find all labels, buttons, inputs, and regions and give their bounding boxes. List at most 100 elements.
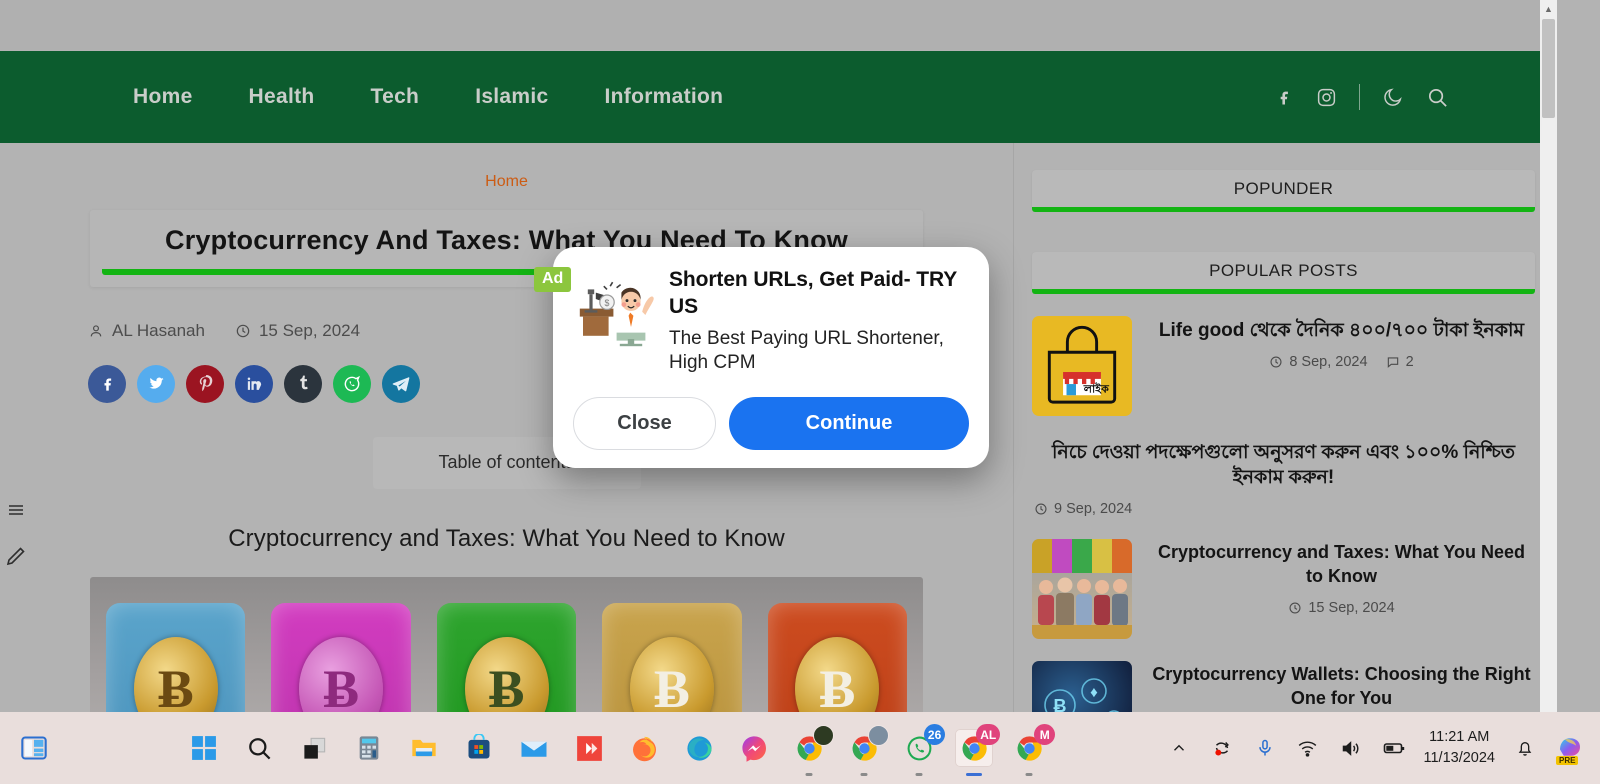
- svg-text:$: $: [605, 298, 610, 308]
- widget-underline: [1032, 207, 1535, 212]
- bitcoin-coin-icon: Ƀ: [299, 636, 384, 712]
- post-comment-count: 2: [1405, 354, 1414, 371]
- task-view-button[interactable]: [295, 729, 333, 767]
- nav-divider: [1359, 84, 1360, 110]
- anydesk[interactable]: [570, 729, 608, 767]
- scrollbar-thumb[interactable]: [1542, 19, 1555, 118]
- svg-text:লাইক: লাইক: [1083, 382, 1110, 396]
- windows-taskbar: 26 AL M 11:21 AM 11/13/2024 PRE: [0, 712, 1600, 784]
- article-heading: Cryptocurrency and Taxes: What You Need …: [228, 524, 785, 552]
- crypto-wallet-thumbnail: Ƀ ♦: [1032, 661, 1132, 712]
- person-icon: [90, 325, 102, 337]
- chrome-profile-m[interactable]: M: [1010, 724, 1056, 776]
- browser-page: Home Health Tech Islamic Information Hom…: [0, 0, 1557, 712]
- ad-description: The Best Paying URL Shortener, High CPM: [669, 327, 944, 374]
- widget-underline: [1032, 289, 1535, 294]
- hamburger-icon[interactable]: [4, 498, 28, 522]
- running-indicator: [1025, 773, 1033, 776]
- speaker-icon[interactable]: [1338, 735, 1364, 761]
- sidebar: POPUNDER POPULAR POSTS লাইক Life good থে…: [1014, 143, 1557, 712]
- share-facebook-icon[interactable]: [88, 364, 126, 403]
- whatsapp[interactable]: 26: [900, 724, 946, 776]
- chevron-up-icon[interactable]: [1166, 735, 1192, 761]
- nav-links: Home Health Tech Islamic Information: [105, 79, 751, 115]
- bell-icon[interactable]: [1512, 735, 1538, 761]
- running-indicator: [860, 773, 868, 776]
- chrome-profile-2[interactable]: [845, 725, 890, 776]
- dark-mode-moon-icon[interactable]: [1382, 86, 1404, 108]
- file-explorer[interactable]: [405, 729, 443, 767]
- chrome-profile-al[interactable]: AL: [955, 724, 1001, 776]
- post-meta: 8 Sep, 2024 2: [1148, 354, 1535, 370]
- share-linkedin-icon[interactable]: [235, 364, 273, 403]
- bitcoin-frame-4: Ƀ: [602, 602, 742, 712]
- pencil-icon[interactable]: [4, 544, 28, 568]
- people-figures: [1032, 577, 1132, 640]
- search-icon[interactable]: [1426, 86, 1449, 109]
- share-telegram-icon[interactable]: [382, 364, 420, 403]
- bitcoin-coin-icon: Ƀ: [629, 636, 714, 712]
- nav-item-tech[interactable]: Tech: [343, 79, 448, 115]
- share-twitter-icon[interactable]: [137, 364, 175, 403]
- messenger[interactable]: [735, 729, 773, 767]
- scroll-up-arrow[interactable]: ▲: [1540, 0, 1557, 17]
- ad-content: $ Shorten URLs, Get Paid- TRY US The Bes…: [575, 267, 967, 376]
- clock[interactable]: 11:21 AM 11/13/2024: [1424, 727, 1496, 769]
- clock-time: 11:21 AM: [1429, 728, 1490, 745]
- clock-date: 11/13/2024: [1423, 750, 1496, 766]
- breadcrumb[interactable]: Home: [0, 143, 1013, 191]
- share-pinterest-icon[interactable]: [186, 364, 224, 403]
- share-tumblr-icon[interactable]: [284, 364, 322, 403]
- firefox[interactable]: [625, 729, 663, 767]
- nav-icon-group: [1274, 84, 1449, 110]
- post-title[interactable]: Cryptocurrency Wallets: Choosing the Rig…: [1148, 663, 1535, 711]
- article-hero-image: Ƀ Ƀ Ƀ Ƀ Ƀ: [90, 576, 923, 712]
- facebook-icon[interactable]: [1274, 87, 1294, 107]
- list-item-body: Cryptocurrency and Taxes: What You Need …: [1148, 539, 1535, 616]
- copilot[interactable]: PRE: [1555, 732, 1587, 765]
- nav-item-islamic[interactable]: Islamic: [447, 79, 576, 115]
- author-meta: AL Hasanah: [88, 321, 205, 341]
- coin-color-stripe: [1032, 539, 1132, 574]
- close-button[interactable]: Close: [573, 397, 716, 450]
- post-title[interactable]: Cryptocurrency and Taxes: What You Need …: [1148, 541, 1535, 589]
- list-item[interactable]: Ƀ ♦ Cryptocurrency Wallets: Choosing the…: [1032, 661, 1535, 712]
- microsoft-store[interactable]: [460, 729, 498, 767]
- search-button[interactable]: [240, 729, 278, 767]
- widget-popunder-title: POPUNDER: [1032, 170, 1535, 207]
- page-top-strip: [0, 0, 1557, 50]
- continue-button[interactable]: Continue: [729, 397, 969, 450]
- running-indicator: [915, 773, 923, 776]
- chrome-profile-1[interactable]: [790, 725, 835, 776]
- screen: Home Health Tech Islamic Information Hom…: [0, 0, 1600, 784]
- nav-item-information[interactable]: Information: [577, 79, 752, 115]
- list-item[interactable]: নিচে দেওয়া পদক্ষেপগুলো অনুসরণ করুন এবং …: [1032, 438, 1535, 517]
- bitcoin-frame-2: Ƀ: [271, 602, 411, 712]
- instagram-icon[interactable]: [1316, 87, 1337, 108]
- bitcoin-coin-icon: Ƀ: [133, 636, 218, 712]
- battery-icon[interactable]: [1381, 735, 1407, 761]
- wifi-icon[interactable]: [1295, 735, 1321, 761]
- mail[interactable]: [515, 729, 553, 767]
- page-scrollbar[interactable]: ▲: [1540, 0, 1557, 712]
- comment-icon: [1387, 357, 1398, 368]
- record-icon[interactable]: [1209, 735, 1235, 761]
- nav-item-home[interactable]: Home: [105, 79, 221, 115]
- start-button[interactable]: [185, 729, 223, 767]
- nav-item-health[interactable]: Health: [221, 79, 343, 115]
- crypto-people-thumbnail: [1032, 539, 1132, 640]
- system-tray: 11:21 AM 11/13/2024 PRE: [1166, 727, 1600, 769]
- widgets-icon[interactable]: [15, 729, 53, 767]
- list-item[interactable]: Cryptocurrency and Taxes: What You Need …: [1032, 539, 1535, 640]
- list-item[interactable]: লাইক Life good থেকে দৈনিক ৪০০/৭০০ টাকা ই…: [1032, 316, 1535, 416]
- bag-icon: লাইক: [1047, 325, 1117, 404]
- share-whatsapp-icon[interactable]: [333, 364, 371, 403]
- calculator[interactable]: [350, 729, 388, 767]
- post-meta: 15 Sep, 2024: [1148, 600, 1535, 616]
- microphone-icon[interactable]: [1252, 735, 1278, 761]
- shopping-bag-thumbnail: লাইক: [1032, 316, 1132, 416]
- post-title[interactable]: Life good থেকে দৈনিক ৪০০/৭০০ টাকা ইনকাম: [1148, 318, 1535, 343]
- microsoft-edge[interactable]: [680, 729, 718, 767]
- post-title[interactable]: নিচে দেওয়া পদক্ষেপগুলো অনুসরণ করুন এবং …: [1032, 440, 1535, 490]
- active-indicator: [966, 773, 983, 776]
